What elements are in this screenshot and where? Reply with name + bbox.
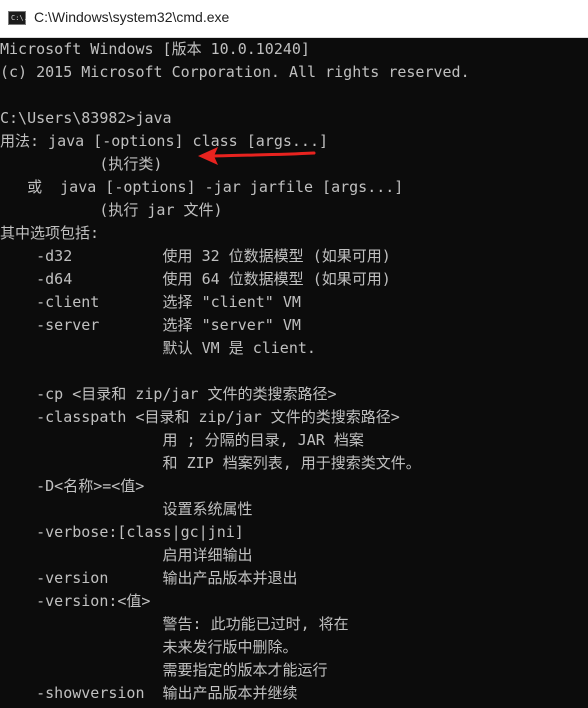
console-output[interactable]: Microsoft Windows [版本 10.0.10240] (c) 20…	[0, 38, 588, 708]
console-line: 启用详细输出	[0, 546, 253, 564]
console-line: -d64 使用 64 位数据模型 (如果可用)	[0, 270, 391, 288]
console-line: -client 选择 "client" VM	[0, 293, 301, 311]
window-title: C:\Windows\system32\cmd.exe	[34, 9, 230, 25]
console-line: 默认 VM 是 client.	[0, 339, 316, 357]
console-line: -D<名称>=<值>	[0, 477, 145, 495]
console-line: 警告: 此功能已过时, 将在	[0, 615, 349, 633]
console-line: -server 选择 "server" VM	[0, 316, 301, 334]
console-line: (执行类)	[0, 155, 163, 173]
console-line: 未来发行版中删除。	[0, 638, 298, 656]
console-line: -showversion 输出产品版本并继续	[0, 684, 298, 702]
title-bar[interactable]: C:\. C:\Windows\system32\cmd.exe	[0, 0, 588, 38]
command-line: C:\Users\83982>java	[0, 109, 172, 127]
console-line: -version:<值>	[0, 592, 151, 610]
console-line: -version 输出产品版本并退出	[0, 569, 298, 587]
cmd-console-icon: C:\.	[8, 11, 28, 25]
console-line: -cp <目录和 zip/jar 文件的类搜索路径>	[0, 385, 337, 403]
console-line: -verbose:[class|gc|jni]	[0, 523, 244, 541]
console-line: (执行 jar 文件)	[0, 201, 223, 219]
console-line: 需要指定的版本才能运行	[0, 661, 328, 679]
console-line: 和 ZIP 档案列表, 用于搜索类文件。	[0, 454, 421, 472]
console-line: 或 java [-options] -jar jarfile [args...]	[0, 178, 404, 196]
console-line: Microsoft Windows [版本 10.0.10240]	[0, 40, 310, 58]
console-line: -classpath <目录和 zip/jar 文件的类搜索路径>	[0, 408, 400, 426]
console-line: (c) 2015 Microsoft Corporation. All righ…	[0, 63, 470, 81]
console-line: 其中选项包括:	[0, 224, 100, 242]
console-line: -d32 使用 32 位数据模型 (如果可用)	[0, 247, 391, 265]
console-line: 设置系统属性	[0, 500, 253, 518]
red-arrow-icon	[198, 147, 316, 165]
console-line: 用 ; 分隔的目录, JAR 档案	[0, 431, 364, 449]
